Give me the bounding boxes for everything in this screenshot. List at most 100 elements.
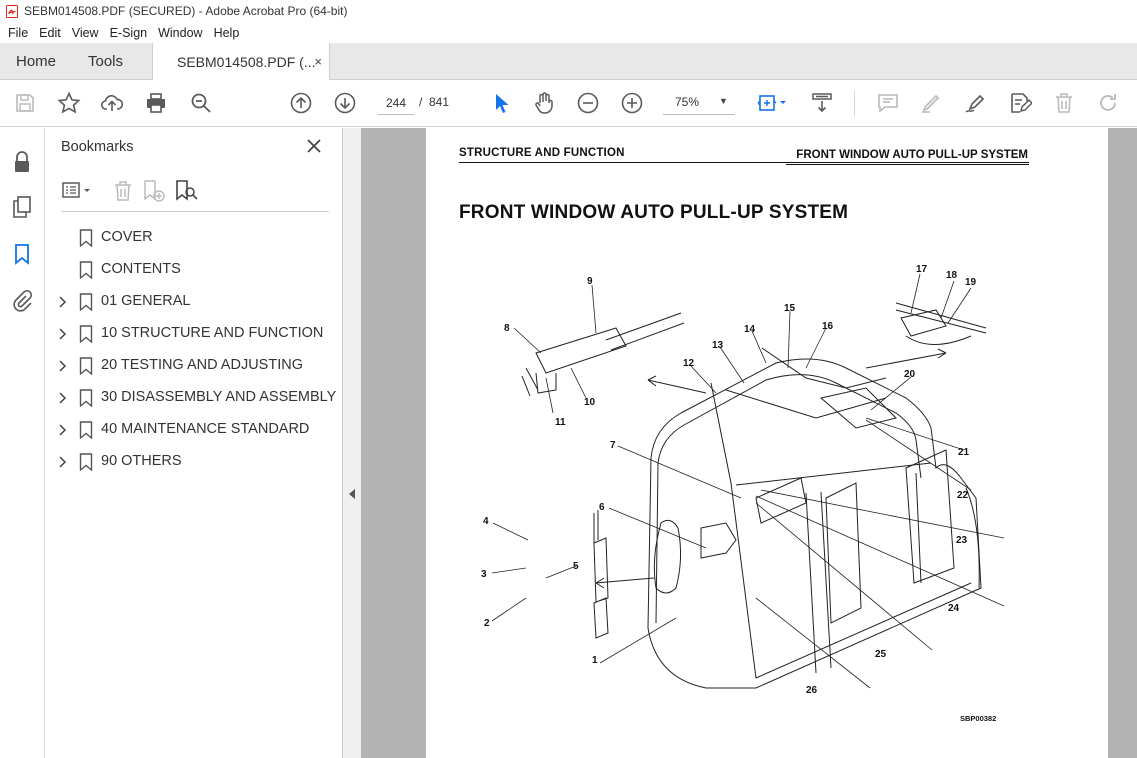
redo-icon[interactable]: [1096, 91, 1120, 115]
pages-thumbnail-icon[interactable]: [10, 195, 34, 219]
zoom-search-icon[interactable]: [189, 91, 213, 115]
bookmark-icon: [79, 229, 93, 247]
previous-page-icon[interactable]: [289, 91, 313, 115]
bookmark-label: CONTENTS: [101, 261, 181, 277]
select-cursor-icon[interactable]: [489, 91, 513, 115]
callout-label: 3: [481, 569, 487, 580]
save-icon[interactable]: [13, 91, 37, 115]
bookmark-item[interactable]: 30 DISASSEMBLY AND ASSEMBLY: [45, 382, 343, 414]
bookmark-item[interactable]: 40 MAINTENANCE STANDARD: [45, 414, 343, 446]
chevron-right-icon[interactable]: [58, 296, 68, 308]
callout-label: 2: [484, 618, 490, 629]
page-number-input[interactable]: [378, 91, 414, 115]
bookmark-icon: [79, 357, 93, 375]
panel-collapse-handle[interactable]: [343, 128, 361, 758]
find-bookmark-icon[interactable]: [173, 178, 199, 204]
callout-label: 26: [806, 685, 818, 696]
next-page-icon[interactable]: [333, 91, 357, 115]
acrobat-app-icon: [6, 4, 18, 18]
menu-help[interactable]: Help: [209, 26, 245, 40]
callout-label: 19: [965, 277, 977, 288]
menu-edit[interactable]: Edit: [34, 26, 66, 40]
zoom-level-value: 75%: [675, 95, 700, 109]
hand-tool-icon[interactable]: [532, 91, 556, 115]
pdf-page: STRUCTURE AND FUNCTION FRONT WINDOW AUTO…: [426, 128, 1108, 758]
callout-label: 17: [916, 264, 928, 275]
callout-label: 20: [904, 369, 916, 380]
document-viewer[interactable]: STRUCTURE AND FUNCTION FRONT WINDOW AUTO…: [361, 128, 1137, 758]
callout-label: 8: [504, 323, 510, 334]
bookmark-label: COVER: [101, 229, 153, 245]
menu-view[interactable]: View: [67, 26, 104, 40]
scroll-mode-icon[interactable]: [810, 91, 834, 115]
fit-page-icon[interactable]: [756, 91, 790, 115]
zoom-level-select[interactable]: 75% ▼: [663, 91, 735, 115]
page-separator: /: [419, 95, 423, 109]
bookmark-label: 10 STRUCTURE AND FUNCTION: [101, 325, 324, 341]
chevron-right-icon[interactable]: [58, 424, 68, 436]
chevron-down-icon: ▼: [719, 96, 728, 106]
comment-icon[interactable]: [876, 91, 900, 115]
tab-document-label: SEBM014508.PDF (...: [177, 54, 316, 70]
edit-pdf-icon[interactable]: [1008, 91, 1034, 115]
callout-label: 13: [712, 340, 724, 351]
zoom-out-icon[interactable]: [576, 91, 600, 115]
bookmark-item[interactable]: CONTENTS: [45, 254, 343, 286]
callout-label: 15: [784, 303, 796, 314]
callout-label: 11: [555, 417, 566, 428]
menu-esign[interactable]: E-Sign: [105, 26, 153, 40]
callout-label: 1: [592, 655, 598, 666]
chevron-right-icon[interactable]: [58, 456, 68, 468]
figure-code: SBP00382: [960, 714, 997, 723]
callout-label: 23: [956, 535, 968, 546]
tab-home[interactable]: Home: [16, 43, 56, 80]
chevron-right-icon[interactable]: [58, 328, 68, 340]
bookmark-item[interactable]: COVER: [45, 222, 343, 254]
menu-window[interactable]: Window: [153, 26, 207, 40]
chevron-right-icon[interactable]: [58, 392, 68, 404]
callout-label: 5: [573, 561, 579, 572]
bookmark-label: 40 MAINTENANCE STANDARD: [101, 421, 310, 437]
collapse-arrow-icon[interactable]: [348, 488, 356, 500]
bookmark-icon: [79, 453, 93, 471]
zoom-in-icon[interactable]: [620, 91, 644, 115]
bookmark-options-icon[interactable]: [61, 178, 97, 204]
new-bookmark-icon[interactable]: [141, 178, 167, 204]
highlight-pen-icon[interactable]: [919, 91, 943, 115]
attachment-icon[interactable]: [10, 288, 34, 312]
cloud-upload-icon[interactable]: [100, 91, 124, 115]
callout-label: 4: [483, 516, 489, 527]
callout-label: 14: [744, 324, 756, 335]
delete-bookmark-icon[interactable]: [110, 178, 136, 204]
toolbar-divider: [854, 90, 855, 116]
bookmark-item[interactable]: 10 STRUCTURE AND FUNCTION: [45, 318, 343, 350]
left-navigation-rail: [0, 128, 45, 758]
menu-file[interactable]: File: [3, 26, 33, 40]
sign-pen-icon[interactable]: [963, 91, 987, 115]
chevron-right-icon[interactable]: [58, 360, 68, 372]
lock-icon[interactable]: [10, 150, 34, 174]
print-icon[interactable]: [144, 91, 168, 115]
cab-diagram: 1234567891011121314151617181920212223242…: [481, 264, 1005, 696]
bookmarks-list: COVER CONTENTS 01 GENERAL 10 STRUCTURE AND …: [45, 222, 343, 478]
callout-label: 24: [948, 603, 960, 614]
delete-icon[interactable]: [1052, 91, 1076, 115]
bookmark-item[interactable]: 90 OTHERS: [45, 446, 343, 478]
bookmark-label: 90 OTHERS: [101, 453, 182, 469]
title-bar: SEBM014508.PDF (SECURED) - Adobe Acrobat…: [0, 0, 1137, 22]
bookmarks-toolbar: [61, 176, 329, 212]
page-total: 841: [429, 95, 450, 109]
bookmark-panel-icon[interactable]: [10, 242, 34, 266]
star-icon[interactable]: [57, 91, 81, 115]
tab-close-icon[interactable]: ×: [314, 54, 322, 69]
callout-label: 21: [958, 447, 970, 458]
tab-tools[interactable]: Tools: [88, 43, 123, 80]
bookmark-item[interactable]: 01 GENERAL: [45, 286, 343, 318]
tab-document[interactable]: SEBM014508.PDF (... ×: [152, 43, 330, 81]
bookmark-icon: [79, 325, 93, 343]
callout-label: 7: [610, 440, 616, 451]
bookmarks-panel: Bookmarks COVER CONTENTS 01 GENERAL 10 STRU…: [45, 128, 343, 758]
bookmark-label: 20 TESTING AND ADJUSTING: [101, 357, 303, 373]
bookmark-item[interactable]: 20 TESTING AND ADJUSTING: [45, 350, 343, 382]
close-icon[interactable]: [305, 137, 323, 155]
